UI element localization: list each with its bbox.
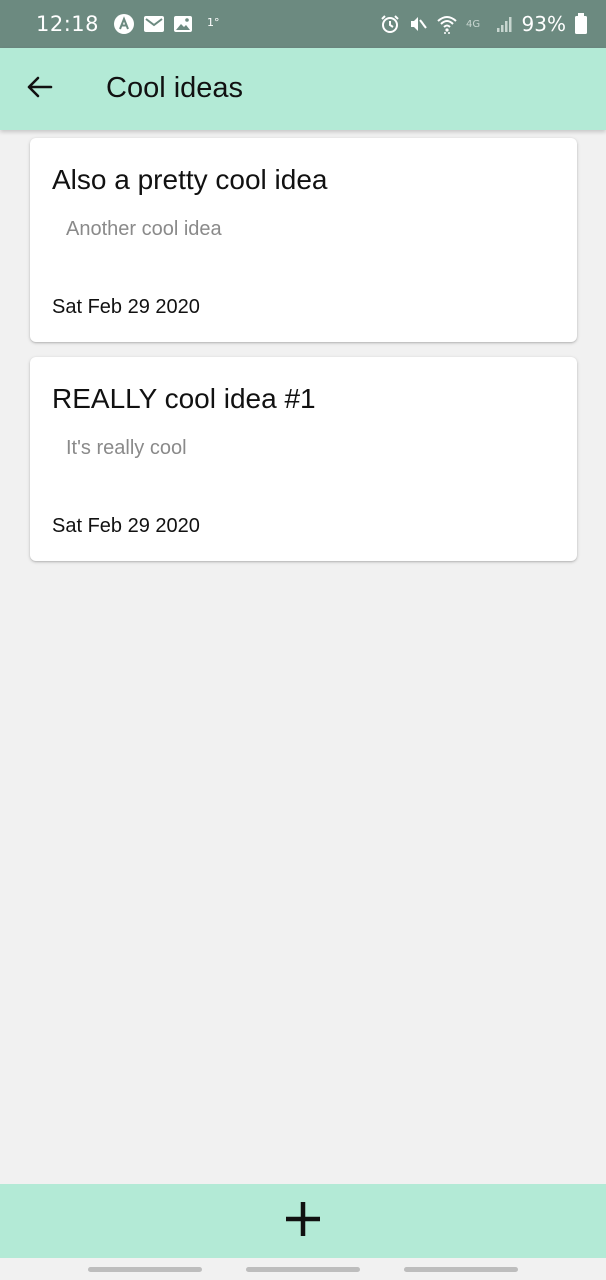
alarm-icon — [380, 14, 400, 34]
idea-description: Another cool idea — [66, 218, 222, 240]
idea-list: Also a pretty cool idea Another cool ide… — [30, 138, 577, 576]
idea-card[interactable]: REALLY cool idea #1 It's really cool Sat… — [30, 357, 577, 561]
arrow-back-icon — [25, 73, 53, 106]
battery-percent: 93% — [521, 12, 566, 36]
signal-icon — [496, 15, 514, 33]
svg-text:4G: 4G — [466, 19, 480, 30]
app-bar: Cool ideas — [0, 48, 606, 130]
idea-description: It's really cool — [66, 437, 187, 459]
system-nav-bar — [0, 1258, 606, 1280]
4g-icon: 4G — [466, 17, 488, 31]
status-right: 4G 93% — [380, 12, 588, 36]
back-button[interactable] — [18, 68, 60, 110]
bottom-bar — [0, 1184, 606, 1258]
app-a-icon — [113, 13, 135, 35]
idea-date: Sat Feb 29 2020 — [52, 515, 200, 537]
status-temperature: 1° — [207, 15, 220, 29]
status-left: 12:18 1° — [36, 12, 220, 36]
idea-title: Also a pretty cool idea — [52, 164, 328, 195]
mute-vibrate-icon — [408, 14, 428, 34]
status-time: 12:18 — [36, 12, 100, 36]
idea-card[interactable]: Also a pretty cool idea Another cool ide… — [30, 138, 577, 342]
battery-icon — [574, 13, 588, 35]
add-idea-button[interactable] — [273, 1191, 333, 1251]
status-bar: 12:18 1° 4G 93% — [0, 0, 606, 48]
wifi-icon — [436, 13, 458, 35]
idea-date: Sat Feb 29 2020 — [52, 296, 200, 318]
plus-icon — [284, 1200, 322, 1243]
image-icon — [173, 14, 193, 34]
page-title: Cool ideas — [106, 72, 244, 104]
nav-home-hint[interactable] — [246, 1267, 360, 1272]
idea-title: REALLY cool idea #1 — [52, 383, 316, 414]
mail-icon — [143, 14, 165, 34]
nav-recents-hint[interactable] — [88, 1267, 202, 1272]
nav-back-hint[interactable] — [404, 1267, 518, 1272]
